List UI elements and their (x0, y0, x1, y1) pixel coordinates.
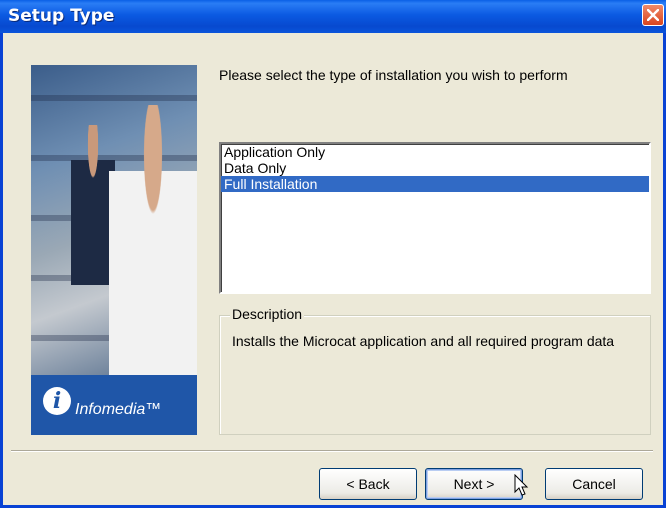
back-button[interactable]: < Back (319, 468, 417, 500)
list-item-full-installation[interactable]: Full Installation (221, 176, 649, 192)
mouse-pointer-icon (514, 474, 529, 496)
divider (11, 450, 653, 452)
close-button[interactable] (642, 4, 664, 26)
list-item-data-only[interactable]: Data Only (221, 160, 649, 176)
description-legend: Description (230, 306, 305, 322)
next-button[interactable]: Next > (425, 468, 523, 500)
cancel-button[interactable]: Cancel (545, 468, 643, 500)
info-logo-icon: i (43, 387, 71, 415)
list-item-application-only[interactable]: Application Only (221, 144, 649, 160)
installation-type-list[interactable]: Application Only Data Only Full Installa… (219, 142, 651, 294)
description-group: Description Installs the Microcat applic… (219, 306, 651, 435)
infomedia-logo: i Infomedia™ (31, 375, 197, 435)
installer-banner-image: i Infomedia™ (31, 65, 197, 435)
description-text: Installs the Microcat application and al… (232, 333, 615, 349)
instruction-text: Please select the type of installation y… (219, 67, 568, 83)
close-icon (647, 9, 659, 21)
title-bar[interactable]: Setup Type (0, 0, 666, 33)
logo-text: Infomedia™ (75, 401, 162, 418)
window-title: Setup Type (8, 6, 115, 26)
